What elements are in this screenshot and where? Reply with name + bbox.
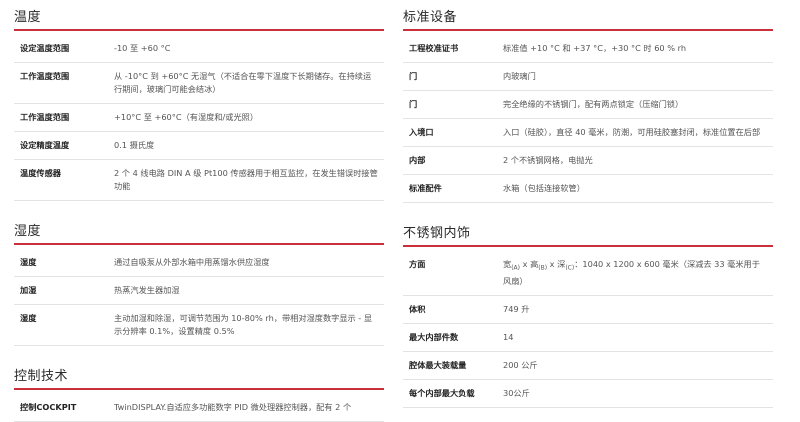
row-value: TwinDISPLAY.自适应多功能数字 PID 微处理器控制器，配有 2 个 bbox=[114, 394, 384, 422]
table-row: 设定温度范围 -10 至 +60 °C bbox=[14, 35, 384, 63]
row-value: 通过自吸泵从外部水箱中用蒸馏水供应湿度 bbox=[114, 249, 384, 277]
row-label: 入境口 bbox=[403, 118, 503, 147]
table-row: 腔体最大装载量 200 公斤 bbox=[403, 351, 773, 380]
table-row: 内部 2 个不锈钢网格，电抛光 bbox=[403, 146, 773, 175]
table-row: 最大内部件数 14 bbox=[403, 323, 773, 352]
row-label: 门 bbox=[403, 90, 503, 119]
control-table: 控制COCKPIT TwinDISPLAY.自适应多功能数字 PID 微处理器控制… bbox=[14, 394, 384, 422]
row-value: 水箱（包括连接软管） bbox=[503, 174, 773, 203]
left-column: 温度 设定温度范围 -10 至 +60 °C 工作温度范围从 -10°C 到 +6… bbox=[14, 0, 384, 422]
table-row: 入境口 入口（硅胶），直径 40 毫米，防潮，可用硅胶塞封闭，标准位置在后部 bbox=[403, 118, 773, 147]
row-label: 温度传感器 bbox=[14, 159, 114, 201]
row-label: 方面 bbox=[403, 251, 503, 296]
row-label: 控制COCKPIT bbox=[14, 394, 114, 422]
section-title-stainless-interior: 不锈钢内饰 bbox=[403, 216, 773, 247]
row-value: 入口（硅胶），直径 40 毫米，防潮，可用硅胶塞封闭，标准位置在后部 bbox=[503, 118, 773, 147]
row-label: 体积 bbox=[403, 295, 503, 324]
row-label: 加湿 bbox=[14, 276, 114, 305]
right-column: 标准设备 工程校准证书 标准值 +10 °C 和 +37 °C，+30 °C 时 … bbox=[403, 0, 773, 408]
row-value: 749 升 bbox=[503, 295, 773, 324]
table-row: 控制COCKPIT TwinDISPLAY.自适应多功能数字 PID 微处理器控制… bbox=[14, 394, 384, 422]
section-title-temperature: 温度 bbox=[14, 0, 384, 31]
row-value: 2 个 4 线电路 DIN A 级 Pt100 传感器用于相互监控，在发生错误时… bbox=[114, 159, 384, 201]
table-row: 方面 宽(A) x 高(B) x 深(C)：1040 x 1200 x 600 … bbox=[403, 251, 773, 296]
row-label: 每个内部最大负载 bbox=[403, 379, 503, 408]
table-row: 湿度 通过自吸泵从外部水箱中用蒸馏水供应湿度 bbox=[14, 249, 384, 277]
humidity-table: 湿度 通过自吸泵从外部水箱中用蒸馏水供应湿度 加湿 热蒸汽发生器加湿 湿度 主动加湿和… bbox=[14, 249, 384, 346]
section-title-control: 控制技术 bbox=[14, 359, 384, 390]
row-label: 工作温度范围 bbox=[14, 62, 114, 104]
row-value: 14 bbox=[503, 323, 773, 352]
table-row: 标准配件 水箱（包括连接软管） bbox=[403, 174, 773, 203]
dim-width-label: 宽 bbox=[503, 259, 512, 269]
dim-depth-sub: (C) bbox=[565, 264, 575, 272]
row-value: +10°C 至 +60°C（有湿度和/或光照） bbox=[114, 103, 384, 132]
section-title-humidity: 湿度 bbox=[14, 214, 384, 245]
row-value: 主动加湿和除湿，可调节范围为 10-80% rh，带相对湿度数字显示 - 显示分… bbox=[114, 304, 384, 346]
table-row: 每个内部最大负载 30公斤 bbox=[403, 379, 773, 408]
dim-separator: x bbox=[547, 259, 558, 269]
table-row: 门内玻璃门 bbox=[403, 62, 773, 91]
dimensions-value: 宽(A) x 高(B) x 深(C)：1040 x 1200 x 600 毫米（… bbox=[503, 251, 773, 296]
temperature-table: 设定温度范围 -10 至 +60 °C 工作温度范围从 -10°C 到 +60°C… bbox=[14, 35, 384, 201]
row-label: 设定精度温度 bbox=[14, 131, 114, 160]
row-value: 0.1 摄氏度 bbox=[114, 131, 384, 160]
section-title-standard-equipment: 标准设备 bbox=[403, 0, 773, 31]
row-value: 完全绝缘的不锈钢门，配有两点锁定（压缩门锁） bbox=[503, 90, 773, 119]
row-label: 湿度 bbox=[14, 249, 114, 277]
table-row: 体积 749 升 bbox=[403, 295, 773, 324]
table-row: 加湿 热蒸汽发生器加湿 bbox=[14, 276, 384, 305]
table-row: 工程校准证书 标准值 +10 °C 和 +37 °C，+30 °C 时 60 % … bbox=[403, 35, 773, 63]
table-row: 门完全绝缘的不锈钢门，配有两点锁定（压缩门锁） bbox=[403, 90, 773, 119]
table-row: 工作温度范围 +10°C 至 +60°C（有湿度和/或光照） bbox=[14, 103, 384, 132]
row-value: 内玻璃门 bbox=[503, 62, 773, 91]
table-row: 湿度 主动加湿和除湿，可调节范围为 10-80% rh，带相对湿度数字显示 - 显… bbox=[14, 304, 384, 346]
row-value: 30公斤 bbox=[503, 379, 773, 408]
row-label: 内部 bbox=[403, 146, 503, 175]
dim-values: ：1040 x 1200 x 600 毫米（深减去 33 毫米用于风扇） bbox=[503, 259, 760, 286]
row-value: 热蒸汽发生器加湿 bbox=[114, 276, 384, 305]
row-value: -10 至 +60 °C bbox=[114, 35, 384, 63]
standard-equipment-table: 工程校准证书 标准值 +10 °C 和 +37 °C，+30 °C 时 60 % … bbox=[403, 35, 773, 203]
row-value: 从 -10°C 到 +60°C 无湿气（不适合在零下温度下长期储存。在持续运行期… bbox=[114, 62, 384, 104]
row-value: 2 个不锈钢网格，电抛光 bbox=[503, 146, 773, 175]
row-label: 设定温度范围 bbox=[14, 35, 114, 63]
row-label: 腔体最大装载量 bbox=[403, 351, 503, 380]
table-row: 温度传感器 2 个 4 线电路 DIN A 级 Pt100 传感器用于相互监控，在… bbox=[14, 159, 384, 201]
table-row: 工作温度范围从 -10°C 到 +60°C 无湿气（不适合在零下温度下长期储存。… bbox=[14, 62, 384, 104]
dim-width-sub: (A) bbox=[511, 264, 520, 272]
row-label: 门 bbox=[403, 62, 503, 91]
row-label: 工作温度范围 bbox=[14, 103, 114, 132]
row-label: 湿度 bbox=[14, 304, 114, 346]
row-label: 最大内部件数 bbox=[403, 323, 503, 352]
dim-height-sub: (B) bbox=[538, 264, 548, 272]
row-value: 200 公斤 bbox=[503, 351, 773, 380]
row-label: 标准配件 bbox=[403, 174, 503, 203]
interior-table: 方面 宽(A) x 高(B) x 深(C)：1040 x 1200 x 600 … bbox=[403, 251, 773, 408]
row-label: 工程校准证书 bbox=[403, 35, 503, 63]
row-value: 标准值 +10 °C 和 +37 °C，+30 °C 时 60 % rh bbox=[503, 35, 773, 63]
table-row: 设定精度温度 0.1 摄氏度 bbox=[14, 131, 384, 160]
dim-separator: x bbox=[520, 259, 531, 269]
